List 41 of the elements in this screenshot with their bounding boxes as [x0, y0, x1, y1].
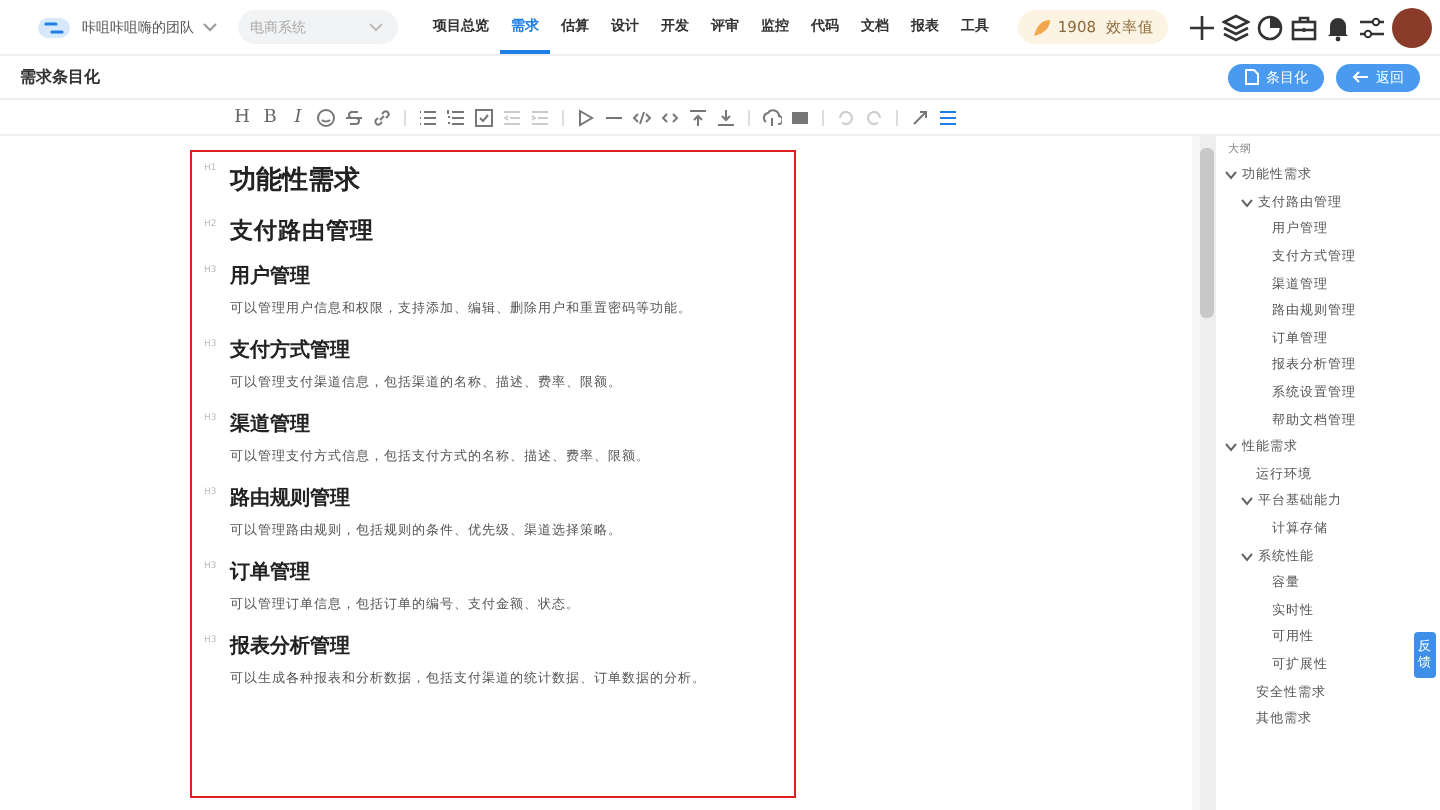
bulleted-list-icon[interactable] [418, 107, 438, 127]
link-logo-icon [36, 13, 72, 41]
heading: 用户管理 [230, 262, 310, 290]
heading: 功能性需求 [230, 164, 360, 198]
format-button[interactable]: I [288, 107, 308, 127]
heading: 路由规则管理 [230, 485, 350, 512]
numbered-list-icon[interactable] [446, 107, 466, 127]
format-button[interactable]: H [232, 107, 252, 127]
avatar[interactable] [1392, 7, 1432, 47]
insert-above-icon[interactable] [688, 107, 708, 127]
strikethrough-icon[interactable] [344, 107, 364, 127]
expand-icon[interactable] [910, 107, 930, 127]
arrow-left-icon [1352, 70, 1370, 84]
layers-icon[interactable] [1222, 13, 1250, 41]
plus-icon[interactable] [1188, 13, 1216, 41]
chevron-down-icon [202, 21, 218, 33]
quote-triangle-icon[interactable] [576, 107, 596, 127]
checkbox-icon[interactable] [474, 107, 494, 127]
page-title: 需求条目化 [20, 66, 100, 88]
scrollbar[interactable] [1200, 136, 1214, 810]
sliders-icon[interactable] [1358, 13, 1386, 41]
heading: 支付方式管理 [230, 336, 350, 364]
pie-chart-icon[interactable] [1256, 13, 1284, 41]
link-icon[interactable] [372, 107, 392, 127]
bell-icon[interactable] [1324, 13, 1352, 41]
format-button[interactable]: B [260, 107, 280, 127]
toolbox-icon[interactable] [1290, 13, 1318, 41]
heading: 渠道管理 [230, 411, 310, 438]
document-icon [1244, 68, 1260, 86]
upload-icon[interactable] [762, 107, 782, 127]
inline-code-icon[interactable] [660, 107, 680, 127]
outline-toggle-icon[interactable] [938, 107, 958, 127]
heading: 订单管理 [230, 559, 310, 586]
smiley-icon[interactable] [316, 107, 336, 127]
code-block-icon[interactable] [632, 107, 652, 127]
scrollbar-thumb[interactable] [1200, 148, 1214, 318]
heading: 报表分析管理 [230, 633, 350, 660]
insert-below-icon[interactable] [716, 107, 736, 127]
chevron-down-icon [368, 22, 384, 34]
heading: 支付路由管理 [230, 216, 374, 246]
table-icon[interactable] [790, 107, 810, 127]
